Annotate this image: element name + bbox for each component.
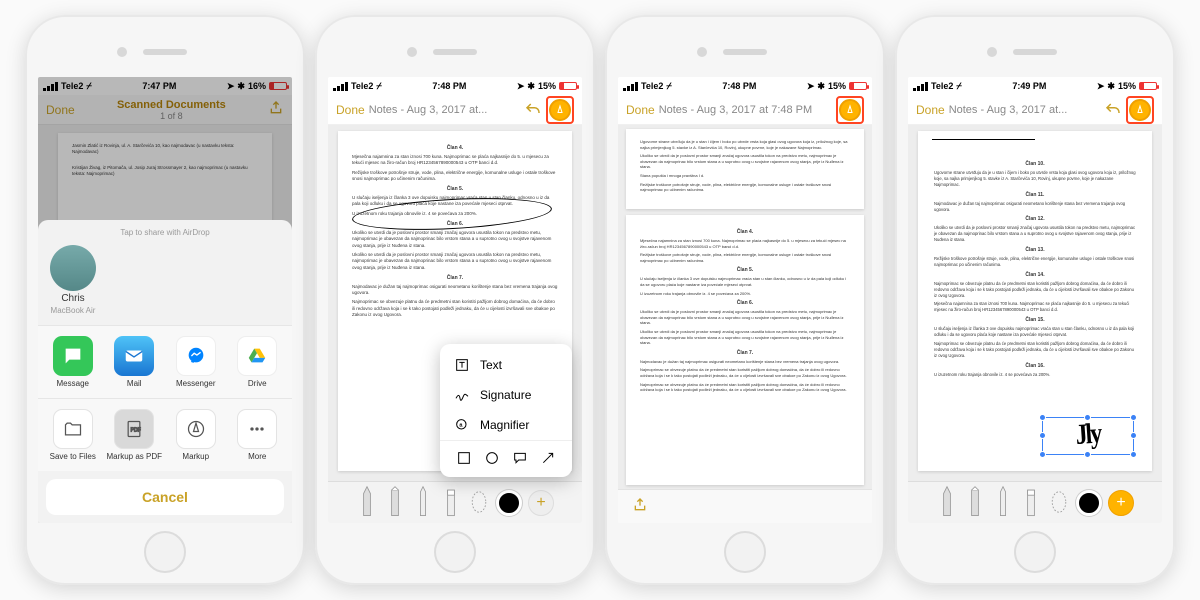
popup-magnifier[interactable]: a Magnifier: [440, 410, 572, 440]
share-sheet: Tap to share with AirDrop Chris MacBook …: [38, 220, 292, 523]
status-bar: Tele2⌿ 7:49 PM ➤✱15%: [908, 77, 1162, 95]
tool-marker[interactable]: [384, 485, 406, 519]
popup-shapes-row: [440, 440, 572, 471]
document-page-3[interactable]: Član 4. Mjesečna najamnina za stan iznos…: [626, 215, 864, 485]
markup-button[interactable]: [1129, 99, 1151, 121]
color-well[interactable]: [496, 490, 522, 516]
phone-1-share-sheet: Tele2⌿ 7:47 PM ➤✱16% Done Scanned Docume…: [25, 15, 305, 585]
document-page-2[interactable]: Ugovorne strane utvrđuju da je u stan i …: [626, 129, 864, 209]
undo-icon[interactable]: [1104, 101, 1122, 119]
tool-eraser[interactable]: [1020, 485, 1042, 519]
tool-lasso[interactable]: [468, 485, 490, 519]
airdrop-contact-device: MacBook Air: [51, 306, 96, 315]
share-app-message[interactable]: Message: [45, 336, 101, 388]
bottom-toolbar: [618, 489, 872, 523]
color-well[interactable]: [1076, 490, 1102, 516]
airdrop-contact-avatar[interactable]: [50, 245, 96, 291]
nav-bar: Done Notes - Aug 3, 2017 at...: [328, 95, 582, 125]
share-app-drive[interactable]: Drive: [229, 336, 285, 388]
markup-toolbar: +: [328, 481, 582, 523]
tool-marker[interactable]: [964, 485, 986, 519]
tool-pen[interactable]: [356, 485, 378, 519]
done-button[interactable]: Done: [626, 103, 655, 117]
shape-circle[interactable]: [483, 449, 501, 467]
document-page[interactable]: Član 10. Ugovorne strane utvrđuju da je …: [918, 131, 1152, 471]
signature-selection[interactable]: Jly: [1042, 417, 1134, 455]
nav-bar: Done Notes - Aug 3, 2017 at...: [908, 95, 1162, 125]
note-title: Notes - Aug 3, 2017 at...: [949, 104, 1104, 116]
highlight-markup-button: [546, 96, 574, 124]
popup-text[interactable]: Text: [440, 350, 572, 380]
action-save-to-files[interactable]: Save to Files: [45, 409, 101, 461]
done-button[interactable]: Done: [336, 103, 365, 117]
share-app-messenger[interactable]: Messenger: [168, 336, 224, 388]
tool-pencil[interactable]: [412, 485, 434, 519]
cancel-button[interactable]: Cancel: [46, 479, 284, 515]
nav-bar: Done Notes - Aug 3, 2017 at 7:48 PM: [618, 95, 872, 125]
share-icon[interactable]: [632, 497, 648, 516]
share-apps-row: Message Mail Messenger Drive: [38, 325, 292, 398]
share-actions-row: Save to Files PDF Markup as PDF Markup M…: [38, 398, 292, 471]
action-more[interactable]: More: [229, 409, 285, 461]
svg-text:PDF: PDF: [131, 428, 141, 434]
shape-speech[interactable]: [511, 449, 529, 467]
airdrop-contact-name: Chris: [61, 293, 84, 304]
shape-square[interactable]: [455, 449, 473, 467]
phone-2-markup-popup: Tele2⌿ 7:48 PM ➤✱15% Done Notes - Aug 3,…: [315, 15, 595, 585]
done-button[interactable]: Done: [916, 103, 945, 117]
tool-pen[interactable]: [936, 485, 958, 519]
tool-lasso[interactable]: [1048, 485, 1070, 519]
shape-arrow[interactable]: [539, 449, 557, 467]
popup-signature[interactable]: Signature: [440, 380, 572, 410]
phone-4-signature-placed: Tele2⌿ 7:49 PM ➤✱15% Done Notes - Aug 3,…: [895, 15, 1175, 585]
phone-3-scroll-view: Tele2⌿ 7:48 PM ➤✱15% Done Notes - Aug 3,…: [605, 15, 885, 585]
highlight-markup-button: [1126, 96, 1154, 124]
action-markup-as-pdf[interactable]: PDF Markup as PDF: [106, 409, 162, 461]
note-title: Notes - Aug 3, 2017 at...: [369, 104, 524, 116]
status-bar: Tele2⌿ 7:48 PM ➤✱15%: [328, 77, 582, 95]
markup-button[interactable]: [549, 99, 571, 121]
action-markup[interactable]: Markup: [168, 409, 224, 461]
note-title: Notes - Aug 3, 2017 at 7:48 PM: [659, 104, 836, 116]
add-annotation-button[interactable]: +: [528, 490, 554, 516]
tool-eraser[interactable]: [440, 485, 462, 519]
highlight-markup-button: [836, 96, 864, 124]
status-bar: Tele2⌿ 7:48 PM ➤✱15%: [618, 77, 872, 95]
markup-toolbar: +: [908, 481, 1162, 523]
add-annotation-button[interactable]: +: [1108, 490, 1134, 516]
add-annotation-popup: Text Signature a Magnifier: [440, 344, 572, 477]
svg-text:a: a: [459, 422, 462, 428]
share-app-mail[interactable]: Mail: [106, 336, 162, 388]
tool-pencil[interactable]: [992, 485, 1014, 519]
signature-image[interactable]: Jly: [1042, 411, 1135, 460]
airdrop-hint: Tap to share with AirDrop: [38, 226, 292, 239]
markup-button[interactable]: [839, 99, 861, 121]
undo-icon[interactable]: [524, 101, 542, 119]
